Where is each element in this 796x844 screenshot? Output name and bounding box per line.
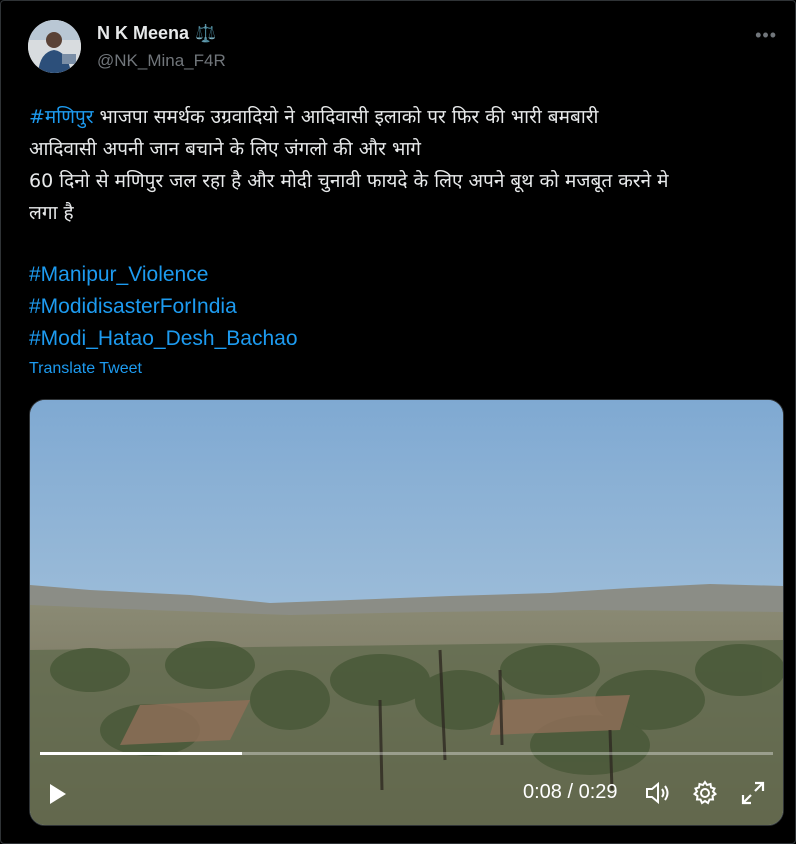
more-options-icon[interactable]: ••• xyxy=(755,25,777,46)
tweet-line-1-text: भाजपा समर्थक उग्रवादियो ने आदिवासी इलाको… xyxy=(93,106,599,128)
video-frame xyxy=(30,400,783,825)
play-icon[interactable] xyxy=(48,782,68,811)
tweet-line-1: #मणिपुर भाजपा समर्थक उग्रवादियो ने आदिवा… xyxy=(29,101,769,133)
translate-tweet-link[interactable]: Translate Tweet xyxy=(29,360,142,378)
hashtag-link[interactable]: #Modi_Hatao_Desh_Bachao xyxy=(29,323,298,355)
hashtag-link[interactable]: #Manipur_Violence xyxy=(29,259,298,291)
video-progress-bar[interactable] xyxy=(40,752,773,755)
video-controls: 0:08 / 0:29 xyxy=(30,772,783,816)
hashtag-list: #Manipur_Violence #ModidisasterForIndia … xyxy=(29,259,298,355)
video-progress-fill xyxy=(40,752,243,755)
hashtag-link[interactable]: #ModidisasterForIndia xyxy=(29,291,298,323)
tweet-line-2: आदिवासी अपनी जान बचाने के लिए जंगलो की औ… xyxy=(29,138,421,160)
tweet-text: #मणिपुर भाजपा समर्थक उग्रवादियो ने आदिवा… xyxy=(29,101,769,229)
volume-icon[interactable] xyxy=(644,780,672,811)
video-time-separator: / xyxy=(561,781,579,803)
author-name[interactable]: N K Meena xyxy=(97,23,189,44)
tweet-line-3: 60 दिनो से मणिपुर जल रहा है और मोदी चुना… xyxy=(29,170,669,192)
avatar[interactable] xyxy=(28,20,81,73)
hashtag-manipur-link[interactable]: #मणिपुर xyxy=(29,106,94,128)
tweet-card: N K Meena ⚖️ @NK_Mina_F4R ••• #मणिपुर भा… xyxy=(0,0,796,844)
video-time: 0:08 / 0:29 xyxy=(523,781,618,804)
author-name-row: N K Meena ⚖️ xyxy=(97,23,216,44)
video-player[interactable]: 0:08 / 0:29 xyxy=(29,399,784,826)
fullscreen-icon[interactable] xyxy=(740,780,766,811)
author-handle[interactable]: @NK_Mina_F4R xyxy=(97,51,226,71)
scales-icon: ⚖️ xyxy=(195,23,217,43)
video-duration: 0:29 xyxy=(578,781,618,803)
settings-gear-icon[interactable] xyxy=(692,780,718,811)
tweet-line-4: लगा है xyxy=(29,202,74,224)
video-current-time: 0:08 xyxy=(523,781,562,803)
